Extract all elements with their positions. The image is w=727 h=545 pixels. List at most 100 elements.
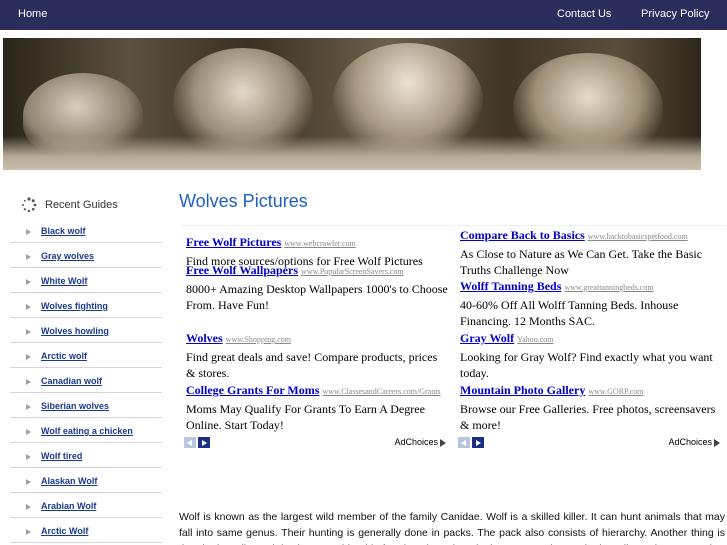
sidebar-item[interactable]: Siberian wolves xyxy=(10,393,162,418)
ad-description: Browse our Free Galleries. Free photos, … xyxy=(460,402,716,432)
bullet-arrow-icon xyxy=(26,229,31,235)
sidebar-item-link[interactable]: White Wolf xyxy=(41,276,87,286)
sidebar-item[interactable]: Wolf tired xyxy=(10,443,162,468)
ad-title-link[interactable]: College Grants For Moms xyxy=(186,383,319,397)
sidebar-item[interactable]: Arctic wolf xyxy=(10,343,162,368)
sidebar-item-link[interactable]: Wolf tired xyxy=(41,451,82,461)
sidebar-item-link[interactable]: Wolves fighting xyxy=(41,301,108,311)
snow-ground xyxy=(3,136,701,170)
nav-home-link[interactable]: Home xyxy=(18,8,47,20)
bullet-arrow-icon xyxy=(26,254,31,260)
bullet-arrow-icon xyxy=(26,504,31,510)
adchoices-icon xyxy=(440,438,446,447)
ad-block-left: Free Wolf Pictures www.webcrawler.com Find… xyxy=(181,225,452,450)
adchoices-label: AdChoices xyxy=(394,437,438,447)
ad-unit: Free Wolf Wallpapers www.PopularScreenSav… xyxy=(186,261,448,313)
bullet-arrow-icon xyxy=(26,279,31,285)
ad-url-link[interactable]: www.webcrawler.com xyxy=(284,239,355,248)
ad-block-right: Compare Back to Basics www.backtobasicspe… xyxy=(455,225,726,450)
sidebar-item-link[interactable]: Wolf eating a chicken xyxy=(41,426,133,436)
article-body: Wolf is known as the largest wild member… xyxy=(179,511,725,545)
hero-banner-image xyxy=(3,38,701,170)
arrow-right-icon[interactable] xyxy=(472,437,484,448)
ad-description: As Close to Nature as We Can Get. Take t… xyxy=(460,247,703,277)
sidebar-list: Black wolf Gray wolves White Wolf Wolves fi… xyxy=(10,218,162,543)
adchoices-icon xyxy=(714,438,720,447)
ad-title-link[interactable]: Free Wolf Wallpapers xyxy=(186,263,298,277)
ad-url-link[interactable]: www.ClassesandCareers.com/Grants xyxy=(322,387,440,396)
ad-unit: Compare Back to Basics www.backtobasicspe… xyxy=(460,226,722,278)
sidebar-item[interactable]: Wolves fighting xyxy=(10,293,162,318)
ad-unit: Mountain Photo Gallery www.GORP.com Browse… xyxy=(460,381,722,433)
sidebar-item-link[interactable]: Canadian wolf xyxy=(41,376,102,386)
ad-unit: Wolves www.Shopping.com Find great deals a… xyxy=(186,329,448,381)
arrow-right-icon[interactable] xyxy=(198,437,210,448)
bullet-arrow-icon xyxy=(26,529,31,535)
arrow-left-icon[interactable] xyxy=(184,437,196,448)
ad-url-link[interactable]: Yahoo.com xyxy=(517,335,553,344)
sidebar-item-link[interactable]: Black wolf xyxy=(41,226,86,236)
nav-privacy-link[interactable]: Privacy Policy xyxy=(641,8,709,20)
sidebar-item-link[interactable]: Alaskan Wolf xyxy=(41,476,97,486)
ad-description: Looking for Gray Wolf? Find exactly what… xyxy=(460,350,713,380)
ad-title-link[interactable]: Wolves xyxy=(186,331,223,345)
sidebar-item[interactable]: Canadian wolf xyxy=(10,368,162,393)
sidebar-item[interactable]: Wolf eating a chicken xyxy=(10,418,162,443)
top-nav: Home Contact Us Privacy Policy xyxy=(0,0,727,30)
ad-title-link[interactable]: Compare Back to Basics xyxy=(460,228,585,242)
ad-title-line: Free Wolf Wallpapers www.PopularScreenSav… xyxy=(186,261,448,279)
ad-unit: College Grants For Moms www.ClassesandCar… xyxy=(186,381,448,433)
sidebar-item[interactable]: Wolves howling xyxy=(10,318,162,343)
ad-title-line: Gray Wolf Yahoo.com xyxy=(460,329,722,347)
bullet-arrow-icon xyxy=(26,329,31,335)
sidebar-item-link[interactable]: Arctic wolf xyxy=(41,351,87,361)
ad-title-line: Free Wolf Pictures www.webcrawler.com xyxy=(186,233,448,251)
ad-description: 8000+ Amazing Desktop Wallpapers 1000's … xyxy=(186,282,448,312)
ad-description: 40-60% Off All Wolff Tanning Beds. Inhou… xyxy=(460,298,679,328)
sidebar-item-link[interactable]: Arabian Wolf xyxy=(41,501,96,511)
arrow-left-icon[interactable] xyxy=(458,437,470,448)
ad-url-link[interactable]: www.backtobasicspetfood.com xyxy=(588,232,688,241)
ad-unit: Wolff Tanning Beds www.greattanningbeds.c… xyxy=(460,277,722,329)
sidebar-title: Recent Guides xyxy=(45,199,118,211)
sidebar-item-link[interactable]: Arctic Wolf xyxy=(41,526,88,536)
ad-title-link[interactable]: Free Wolf Pictures xyxy=(186,235,281,249)
ad-title-line: Wolff Tanning Beds www.greattanningbeds.c… xyxy=(460,277,722,295)
ad-url-link[interactable]: www.GORP.com xyxy=(588,387,643,396)
sidebar-item-link[interactable]: Siberian wolves xyxy=(41,401,109,411)
adchoices-link[interactable]: AdChoices xyxy=(394,437,446,447)
ad-footer: AdChoices xyxy=(455,436,726,450)
bullet-arrow-icon xyxy=(26,404,31,410)
ad-title-link[interactable]: Mountain Photo Gallery xyxy=(460,383,585,397)
sidebar-item[interactable]: White Wolf xyxy=(10,268,162,293)
sidebar: Recent Guides Black wolf Gray wolves White… xyxy=(10,192,162,543)
bullet-arrow-icon xyxy=(26,354,31,360)
sidebar-item-link[interactable]: Wolves howling xyxy=(41,326,109,336)
ad-description: Find great deals and save! Compare produ… xyxy=(186,350,438,380)
sidebar-item[interactable]: Arctic Wolf xyxy=(10,518,162,543)
ad-title-line: College Grants For Moms www.ClassesandCar… xyxy=(186,381,448,399)
nav-contact-link[interactable]: Contact Us xyxy=(557,8,611,20)
ad-title-line: Compare Back to Basics www.backtobasicspe… xyxy=(460,226,722,244)
ad-description: Moms May Qualify For Grants To Earn A De… xyxy=(186,402,425,432)
ad-title-link[interactable]: Wolff Tanning Beds xyxy=(460,279,561,293)
sidebar-item[interactable]: Arabian Wolf xyxy=(10,493,162,518)
page-title: Wolves Pictures xyxy=(179,191,308,211)
sidebar-item[interactable]: Alaskan Wolf xyxy=(10,468,162,493)
ad-url-link[interactable]: www.PopularScreenSavers.com xyxy=(301,267,404,276)
bullet-arrow-icon xyxy=(26,429,31,435)
sidebar-header: Recent Guides xyxy=(10,192,162,218)
sidebar-item[interactable]: Gray wolves xyxy=(10,243,162,268)
sidebar-item-link[interactable]: Gray wolves xyxy=(41,251,94,261)
ad-url-link[interactable]: www.Shopping.com xyxy=(226,335,291,344)
ad-url-link[interactable]: www.greattanningbeds.com xyxy=(564,283,653,292)
ad-title-link[interactable]: Gray Wolf xyxy=(460,331,514,345)
adchoices-link[interactable]: AdChoices xyxy=(668,437,720,447)
bullet-arrow-icon xyxy=(26,304,31,310)
ad-footer: AdChoices xyxy=(181,436,452,450)
spinner-icon xyxy=(22,197,37,213)
sidebar-item[interactable]: Black wolf xyxy=(10,218,162,243)
ad-title-line: Wolves www.Shopping.com xyxy=(186,329,448,347)
bullet-arrow-icon xyxy=(26,454,31,460)
bullet-arrow-icon xyxy=(26,379,31,385)
